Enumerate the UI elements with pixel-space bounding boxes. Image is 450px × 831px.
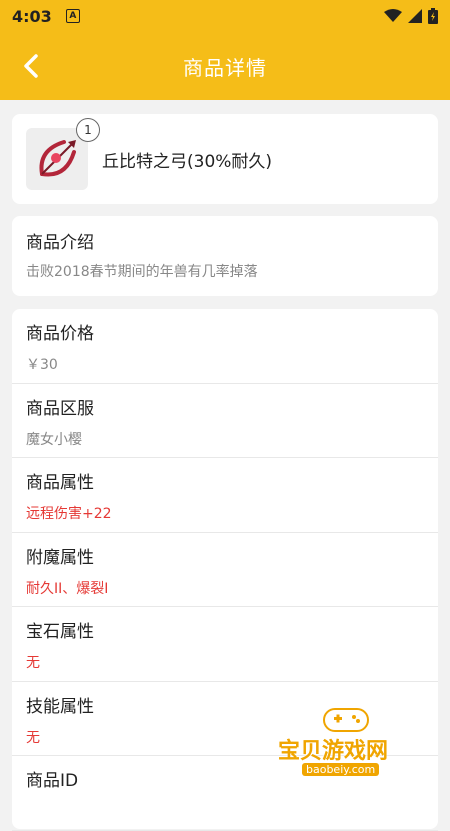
- skill-value: 无: [26, 729, 40, 746]
- price-label: 商品价格: [26, 324, 94, 344]
- status-time: 4:03: [12, 6, 52, 26]
- detail-row-attributes: 商品属性 远程伤害+22: [12, 458, 438, 533]
- details-list: 商品价格 ￥30 商品区服 魔女小樱 商品属性 远程伤害+22 附魔属性 耐久I…: [12, 309, 438, 831]
- status-bar: 4:03 A: [0, 0, 450, 32]
- detail-row-server: 商品区服 魔女小樱: [12, 384, 438, 458]
- page-title: 商品详情: [183, 55, 267, 80]
- detail-row-skill: 技能属性 无: [12, 682, 438, 756]
- intro-description: 击败2018春节期间的年兽有几率掉落: [26, 264, 258, 280]
- quantity-badge: 1: [76, 118, 100, 142]
- attributes-value: 远程伤害+22: [26, 506, 112, 522]
- back-button[interactable]: [16, 50, 48, 82]
- intro-card: 商品介绍 击败2018春节期间的年兽有几率掉落: [12, 216, 438, 296]
- enchant-label: 附魔属性: [26, 547, 94, 568]
- detail-row-id: 商品ID: [12, 756, 438, 831]
- bow-icon: [39, 140, 76, 177]
- gem-value: 无: [26, 655, 40, 671]
- server-value: 魔女小樱: [26, 431, 82, 448]
- app-bar: 商品详情: [0, 32, 450, 100]
- server-label: 商品区服: [26, 398, 94, 419]
- chevron-left-icon: [24, 54, 38, 78]
- attributes-label: 商品属性: [26, 473, 94, 493]
- signal-icon: [408, 9, 422, 23]
- notification-icon: A: [65, 9, 80, 23]
- id-label: 商品ID: [26, 771, 79, 791]
- wifi-icon: [384, 9, 402, 22]
- gem-label: 宝石属性: [26, 622, 94, 642]
- skill-label: 技能属性: [26, 696, 94, 717]
- intro-title: 商品介绍: [26, 233, 94, 253]
- enchant-value: 耐久II、爆裂I: [26, 580, 109, 597]
- item-card[interactable]: 1 丘比特之弓(30%耐久): [12, 114, 438, 204]
- detail-row-enchant: 附魔属性 耐久II、爆裂I: [12, 533, 438, 607]
- item-thumbnail: 1: [26, 118, 100, 190]
- price-value: ￥30: [26, 357, 58, 373]
- detail-row-gem: 宝石属性 无: [12, 607, 438, 682]
- detail-row-price: 商品价格 ￥30: [12, 309, 438, 384]
- battery-icon: [428, 8, 438, 24]
- item-name: 丘比特之弓(30%耐久): [102, 151, 273, 172]
